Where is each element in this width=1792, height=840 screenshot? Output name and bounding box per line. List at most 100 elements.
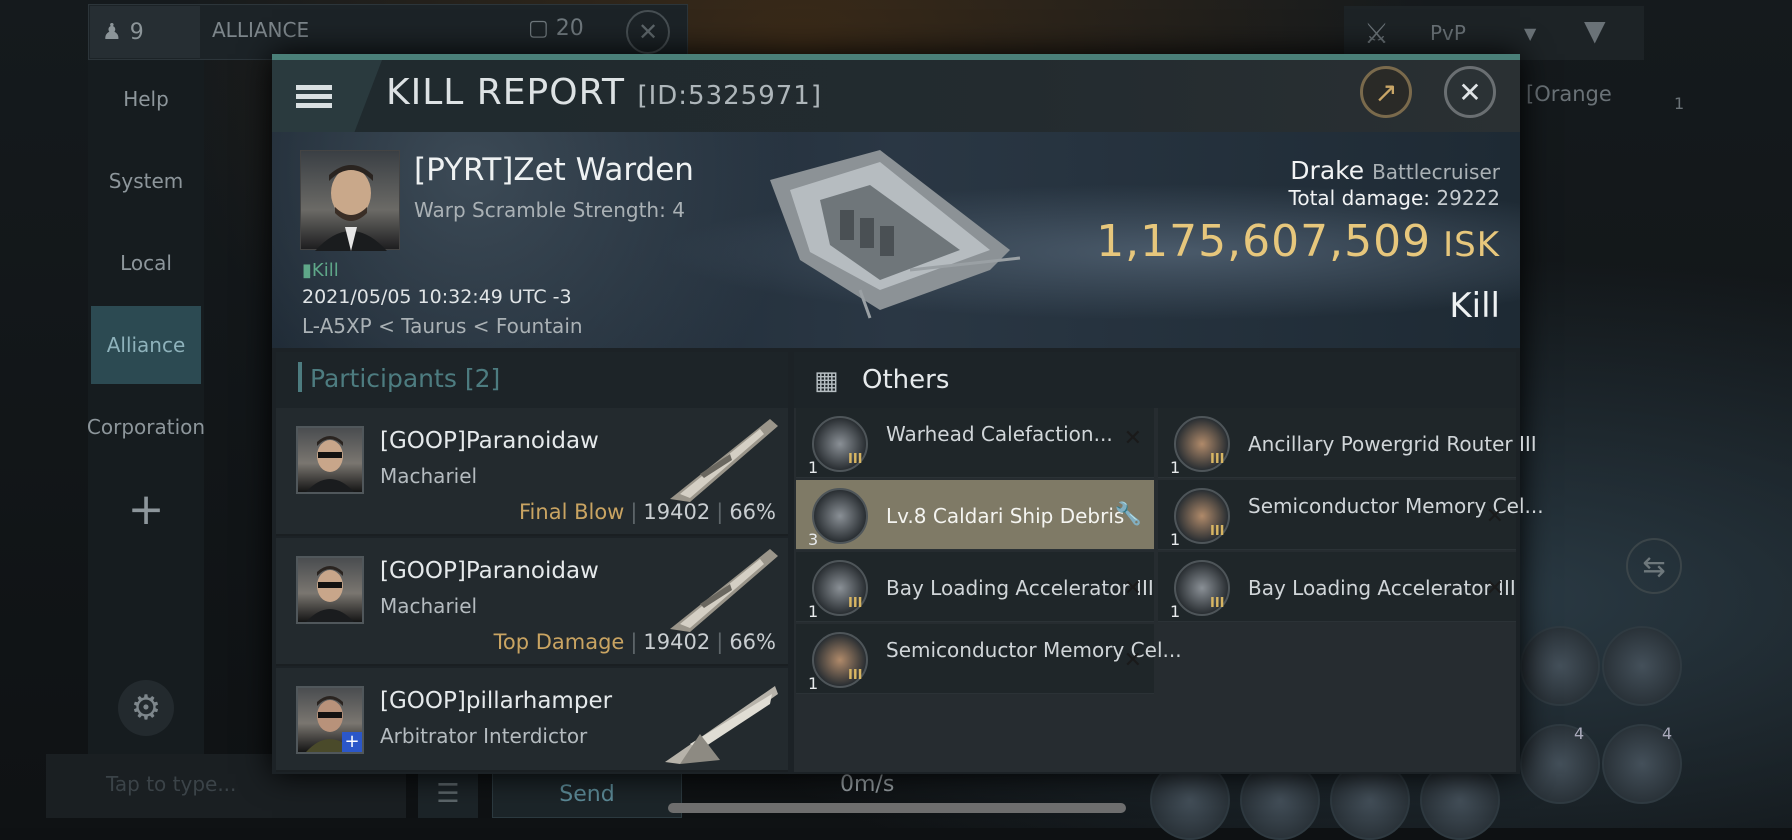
destroyed-icon: ✕ [1485, 576, 1504, 601]
participant-row[interactable]: [GOOP]Paranoidaw Machariel Top Damage | 19… [276, 538, 788, 666]
chat-icon[interactable]: ▢ 20 [528, 16, 584, 41]
total-damage-label: Total damage: [1288, 186, 1431, 210]
isk-unit: ISK [1443, 225, 1500, 265]
kill-datetime: 2021/05/05 10:32:49 UTC -3 [302, 286, 572, 308]
others-label: Others [862, 365, 950, 395]
participant-row[interactable]: [GOOP]Paranoidaw Machariel Final Blow | 19… [276, 408, 788, 536]
victim-portrait[interactable] [300, 150, 400, 251]
sidebar-item-local[interactable]: Local [91, 224, 201, 302]
filter-label: PvP [1430, 21, 1466, 45]
participant-name: [GOOP]Paranoidaw [380, 558, 599, 584]
member-count-box[interactable]: ♟ 9 [90, 6, 200, 58]
tech-level-icon: III [848, 452, 863, 467]
module-count: 4 [1574, 724, 1585, 743]
add-channel-icon[interactable]: + [91, 470, 201, 548]
item-icon [812, 488, 868, 544]
right-count: 1 [1674, 94, 1685, 113]
participants-title: Participants [2] [310, 364, 500, 393]
total-damage: Total damage: 29222 [1289, 186, 1500, 210]
kill-tag: ▮Kill [302, 260, 339, 281]
participant-ship-image [660, 544, 780, 634]
chevron-down-icon: ▼ [1524, 23, 1537, 43]
channel-name: ALLIANCE [212, 18, 310, 42]
cargo-box-icon: ▦ [814, 366, 839, 396]
loot-item[interactable]: III 1 Ancillary Powergrid Router III [1158, 408, 1537, 478]
loot-item[interactable]: III 1 Bay Loading Accelerator III ✕ [1158, 552, 1516, 622]
sidebar-item-alliance[interactable]: Alliance [91, 306, 201, 384]
participants-accent [298, 362, 302, 392]
send-button[interactable]: Send [492, 770, 682, 818]
item-name: Lv.8 Caldari Ship Debris [886, 504, 1125, 528]
separator: | [716, 500, 724, 524]
kill-tag-label: Kill [311, 260, 339, 281]
destroyed-icon: ✕ [1123, 576, 1142, 601]
gear-icon[interactable]: ⚙ [118, 680, 174, 736]
others-header: ▦ Others [794, 352, 1516, 408]
isk-value: 1,175,607,509 ISK [1096, 216, 1500, 267]
close-chat-icon[interactable]: ✕ [626, 10, 670, 54]
right-preview: [Orange [1526, 82, 1612, 106]
module-button[interactable] [1602, 626, 1682, 706]
loot-item-highlighted[interactable]: 3 Lv.8 Caldari Ship Debris 🔧 [796, 480, 1154, 550]
item-qty: 3 [808, 530, 819, 549]
top-damage-label: Top Damage [493, 630, 625, 654]
participant-row[interactable]: + [GOOP]pillarhamper Arbitrator Interdic… [276, 668, 788, 772]
participant-ship: Arbitrator Interdictor [380, 724, 588, 748]
destroyed-icon: ✕ [1123, 648, 1142, 673]
close-icon[interactable]: ✕ [1444, 66, 1496, 118]
final-blow-label: Final Blow [519, 500, 625, 524]
person-icon: ♟ [102, 19, 122, 45]
wrench-icon: 🔧 [1114, 502, 1142, 527]
item-name: Warhead Calefaction... [886, 422, 1113, 446]
victim-name[interactable]: [PYRT]Zet Warden [414, 152, 694, 188]
swords-icon: ⚔ [1364, 16, 1390, 50]
item-qty: 1 [1170, 458, 1181, 477]
item-qty: 1 [808, 458, 819, 477]
item-qty: 1 [808, 674, 819, 693]
sidebar-item-help[interactable]: Help [91, 60, 201, 138]
tech-level-icon: III [1210, 596, 1225, 611]
loot-item[interactable]: III 1 Warhead Calefaction... ✕ [796, 408, 1154, 478]
item-name: Bay Loading Accelerator III [886, 576, 1154, 600]
report-result: Kill [1449, 286, 1500, 326]
separator: | [630, 500, 638, 524]
loot-item[interactable]: III 1 Bay Loading Accelerator III ✕ [796, 552, 1154, 622]
home-indicator [668, 803, 1126, 813]
victim-ship-image [760, 140, 1030, 320]
speed-readout: 0m/s [840, 772, 895, 797]
item-name: Bay Loading Accelerator III [1248, 576, 1516, 600]
participant-stats: Final Blow | 19402 | 66% [519, 500, 776, 524]
swap-icon[interactable]: ⇆ [1626, 538, 1682, 594]
add-contact-icon[interactable]: + [342, 732, 362, 752]
item-qty: 1 [1170, 530, 1181, 549]
participant-name: [GOOP]Paranoidaw [380, 428, 599, 454]
total-damage-value: 29222 [1436, 186, 1500, 210]
tech-level-icon: III [1210, 524, 1225, 539]
item-qty: 1 [808, 602, 819, 621]
loot-item[interactable]: III 1 Semiconductor Memory Cel... ✕ [796, 624, 1182, 694]
module-button[interactable] [1520, 626, 1600, 706]
tech-level-icon: III [848, 668, 863, 683]
sidebar-item-corporation[interactable]: Corporation [87, 388, 205, 466]
participant-ship-image [660, 674, 780, 764]
participant-percent: 66% [729, 630, 776, 654]
funnel-icon[interactable]: ▼ [1584, 14, 1606, 47]
participant-portrait [296, 426, 364, 494]
ship-class: Battlecruiser [1372, 160, 1500, 184]
share-icon[interactable]: ↗ [1360, 66, 1412, 118]
participants-label: Participants [310, 364, 457, 393]
menu-icon[interactable]: ☰ [418, 770, 478, 818]
tech-level-icon: III [1210, 452, 1225, 467]
scramble-strength: Warp Scramble Strength: 4 [414, 198, 685, 222]
participant-ship: Machariel [380, 594, 478, 618]
victim-ship[interactable]: Drake Battlecruiser [1290, 156, 1500, 185]
loot-item[interactable]: III 1 Semiconductor Memory Cel... ✕ [1158, 480, 1544, 550]
participant-portrait [296, 556, 364, 624]
ship-name: Drake [1290, 156, 1365, 185]
participant-damage: 19402 [643, 630, 711, 654]
participant-percent: 66% [729, 500, 776, 524]
participant-ship-image [660, 414, 780, 504]
kill-location[interactable]: L-A5XP < Taurus < Fountain [302, 314, 583, 338]
module-button[interactable] [1520, 724, 1600, 804]
sidebar-item-system[interactable]: System [91, 142, 201, 220]
